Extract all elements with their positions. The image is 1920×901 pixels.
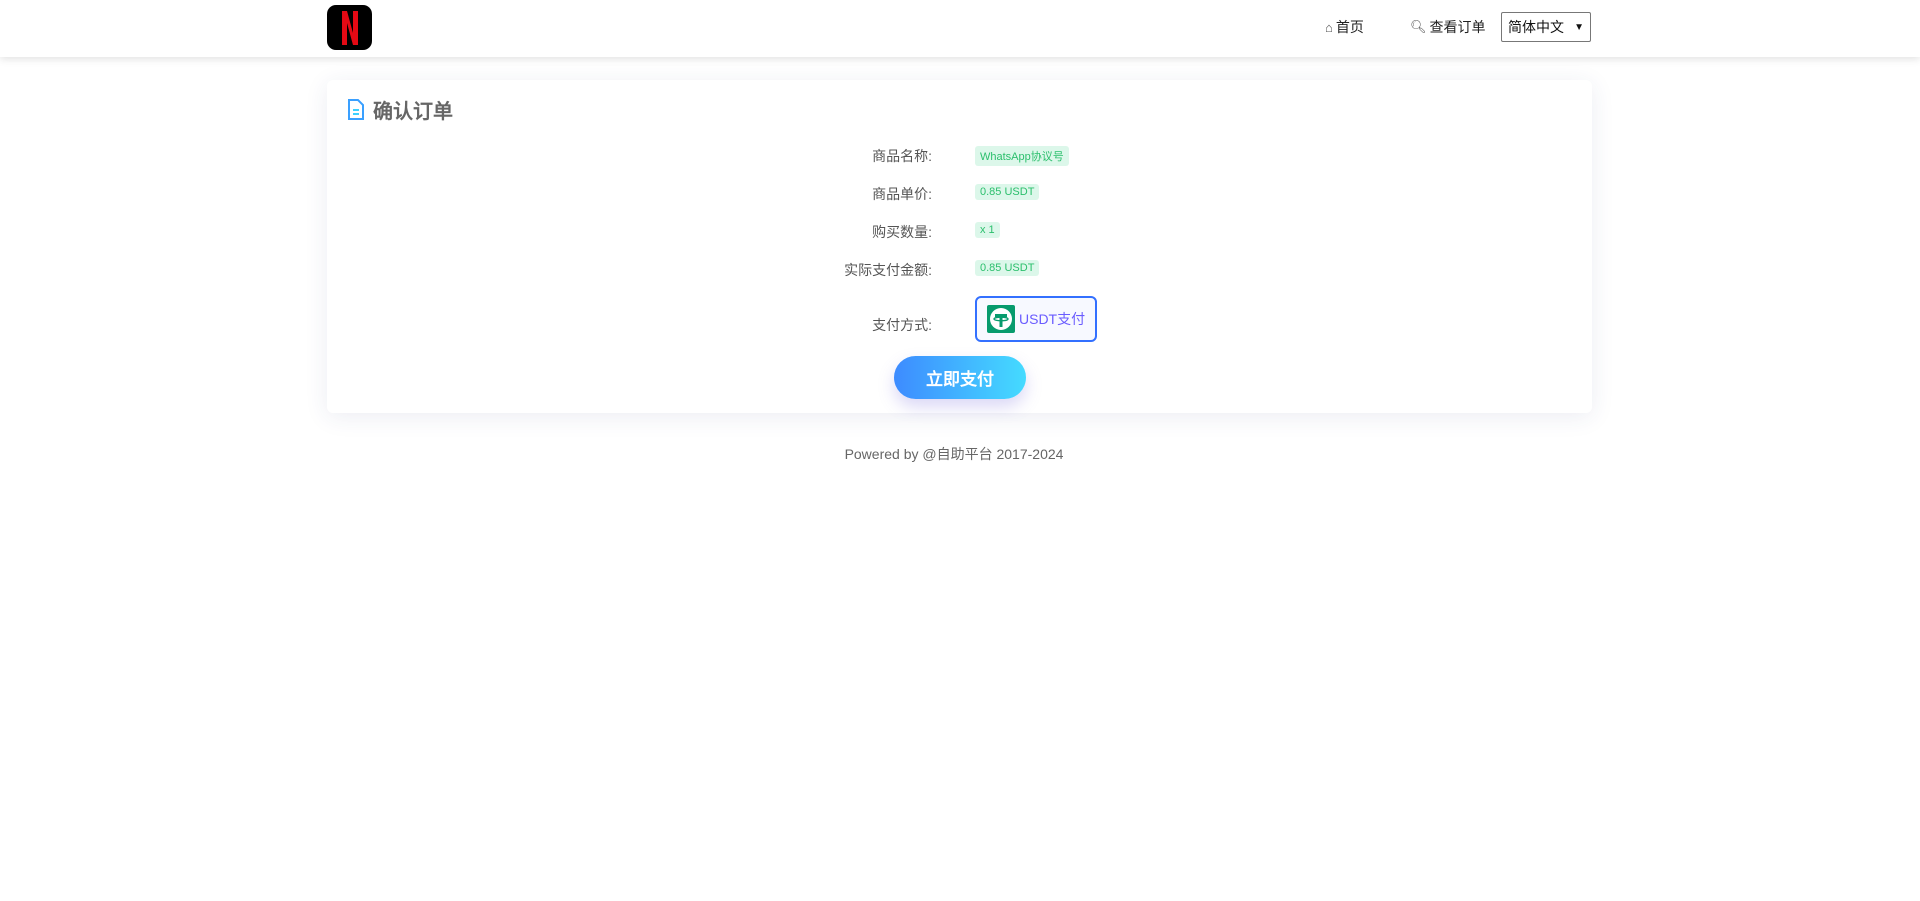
label: 支付方式: <box>872 317 932 333</box>
tether-icon <box>987 305 1015 333</box>
label: 商品名称: <box>872 148 932 164</box>
page-title: 确认订单 <box>347 95 453 124</box>
nav-orders-label: 查看订单 <box>1429 19 1486 35</box>
document-icon <box>348 98 364 120</box>
logo[interactable] <box>327 5 372 50</box>
quantity-tag: x 1 <box>975 222 1000 238</box>
nav-view-orders[interactable]: 🔍︎ 查看订单 <box>1410 12 1486 42</box>
language-select[interactable]: 简体中文 ▼ <box>1501 12 1591 42</box>
home-icon: ⌂ <box>1325 19 1333 35</box>
search-icon: 🔍︎ <box>1410 19 1427 34</box>
product-name-tag: WhatsApp协议号 <box>975 146 1069 166</box>
order-confirm-card: 确认订单 商品名称: WhatsApp协议号 商品单价: 0.85 USDT 购… <box>327 80 1592 413</box>
unit-price-tag: 0.85 USDT <box>975 184 1040 200</box>
nav-home-label: 首页 <box>1335 19 1364 35</box>
header: ⌂ 首页 🔍︎ 查看订单 简体中文 ▼ <box>0 0 1920 57</box>
total-tag: 0.85 USDT <box>975 260 1040 276</box>
label: 实际支付金额: <box>844 262 932 278</box>
label: 商品单价: <box>872 186 932 202</box>
nav-home[interactable]: ⌂ 首页 <box>1325 12 1364 42</box>
label: 购买数量: <box>872 224 932 240</box>
footer: Powered by @自助平台 2017-2024 <box>844 446 1064 462</box>
chevron-down-icon: ▼ <box>1574 21 1584 33</box>
payment-option-usdt[interactable]: USDT支付 <box>975 296 1097 342</box>
pay-now-button[interactable]: 立即支付 <box>894 356 1026 399</box>
language-value: 简体中文 <box>1508 19 1564 35</box>
payment-method-label: USDT支付 <box>1019 311 1086 327</box>
title-text: 确认订单 <box>373 101 453 123</box>
netflix-logo-icon <box>341 10 358 45</box>
